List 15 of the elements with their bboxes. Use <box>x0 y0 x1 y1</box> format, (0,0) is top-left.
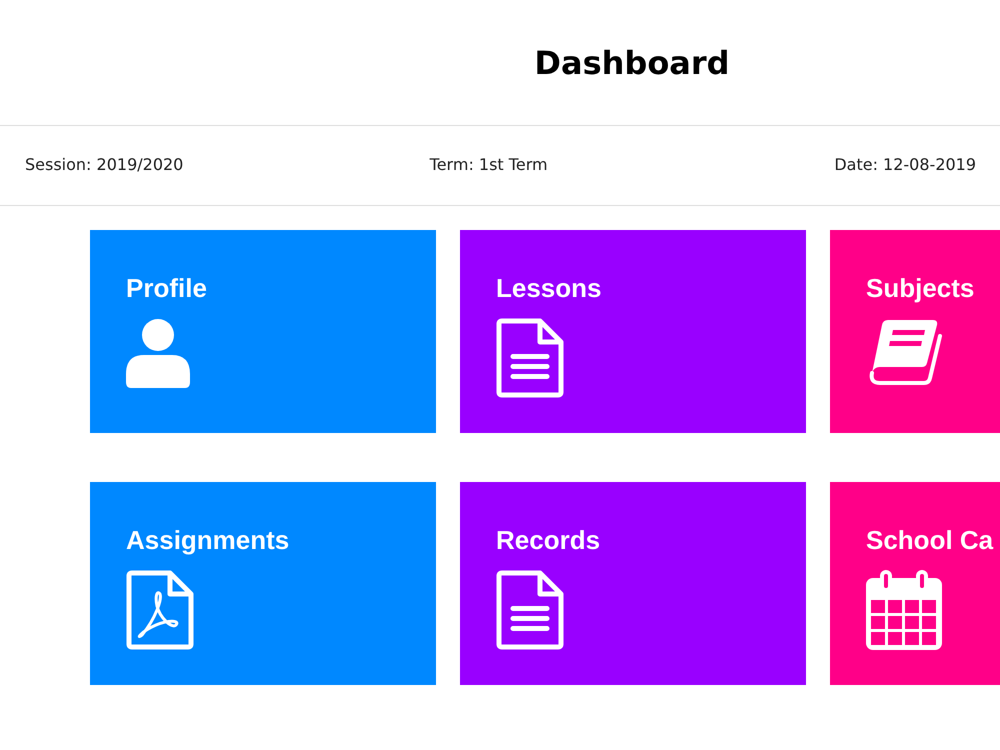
page-title: Dashboard <box>534 42 730 84</box>
document-icon <box>496 570 564 650</box>
term-label: Term: 1st Term <box>430 155 548 174</box>
user-icon <box>126 318 190 388</box>
calendar-icon <box>866 570 942 650</box>
date-label: Date: 12-08-2019 <box>834 155 976 174</box>
session-label: Session: 2019/2020 <box>25 155 184 174</box>
dashboard-tile[interactable]: Subjects <box>830 230 1000 433</box>
dashboard-tile[interactable]: Lessons <box>460 230 806 433</box>
dashboard-tile[interactable]: Profile <box>90 230 436 433</box>
pdf-file-icon <box>126 570 194 650</box>
dashboard-tile[interactable]: Assignments <box>90 482 436 685</box>
dashboard-tile[interactable]: Records <box>460 482 806 685</box>
document-icon <box>496 318 564 398</box>
dashboard-tile[interactable]: School Ca <box>830 482 1000 685</box>
